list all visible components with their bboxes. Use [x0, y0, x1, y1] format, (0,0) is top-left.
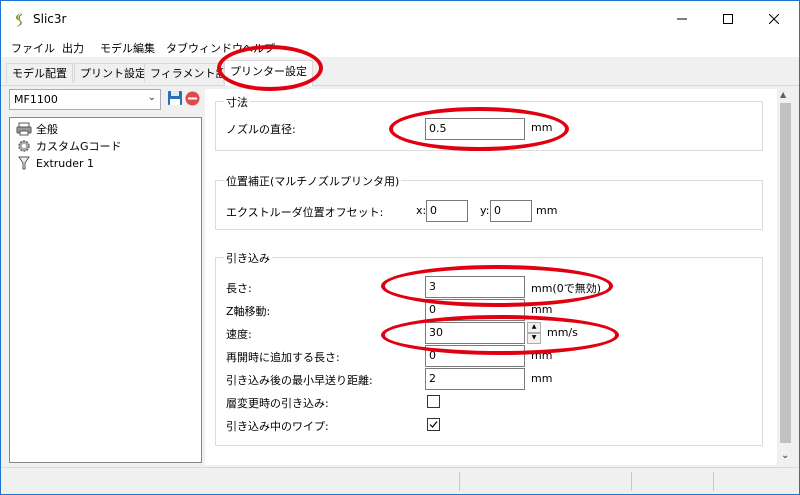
- slic3r-logo-icon: [15, 13, 23, 27]
- nozzle-diameter-label: ノズルの直径:: [226, 123, 296, 136]
- tab-plater[interactable]: モデル配置: [6, 63, 73, 83]
- offset-x-label: x:: [416, 204, 427, 217]
- checkmark-icon: [429, 421, 438, 428]
- zlift-label: Z軸移動:: [226, 305, 271, 318]
- tab-printer-settings[interactable]: プリンター設定: [224, 60, 313, 86]
- status-divider: [713, 472, 714, 491]
- min-travel-input[interactable]: 2: [425, 368, 525, 390]
- group-title: 寸法: [224, 94, 250, 110]
- min-travel-label: 引き込み後の最小早送り距離:: [226, 374, 373, 387]
- offset-y-label: y:: [480, 204, 490, 217]
- retract-speed-input[interactable]: 30: [425, 322, 525, 344]
- delete-preset-icon[interactable]: [185, 91, 200, 106]
- extruder-offset-label: エクストルーダ位置オフセット:: [226, 206, 384, 219]
- chevron-down-icon: ⌄: [147, 92, 156, 103]
- menu-bar: ファイル 出力 モデル編集 タブウィンドウ ヘルプ: [1, 37, 799, 57]
- tree-item-label: 全般: [36, 123, 58, 136]
- group-retraction: 引き込み 長さ: 3 mm(0で無効) Z軸移動: 0 mm 速度: 30 ▲ …: [215, 250, 763, 446]
- tab-bar: モデル配置 プリント設定 フィラメント設定 プリンター設定: [1, 57, 799, 86]
- tree-item-extruder-1[interactable]: Extruder 1: [16, 155, 94, 171]
- minimize-button[interactable]: [659, 1, 705, 37]
- settings-panel: 寸法 ノズルの直径: 0.5 mm 位置補正(マルチノズルプリンタ用) エクスト…: [205, 89, 777, 465]
- app-window: Slic3r ファイル 出力 モデル編集 タブウィンドウ ヘルプ モデル配置 プ…: [0, 0, 800, 495]
- retract-speed-unit: mm/s: [547, 326, 578, 339]
- status-divider: [459, 472, 460, 491]
- group-dimensions: 寸法 ノズルの直径: 0.5 mm: [215, 94, 763, 151]
- nozzle-diameter-unit: mm: [531, 121, 553, 134]
- gear-icon: [16, 138, 32, 154]
- vertical-scrollbar[interactable]: ▲ ⌄: [777, 89, 794, 465]
- title-bar: Slic3r: [1, 1, 799, 37]
- preset-panel: MF1100 ⌄ 全般 カスタムGコード Extruder 1: [9, 89, 202, 463]
- group-title: 位置補正(マルチノズルプリンタ用): [224, 173, 402, 189]
- offset-y-input[interactable]: 0: [490, 200, 532, 222]
- retract-length-unit: mm(0で無効): [531, 282, 602, 295]
- printer-preset-select[interactable]: MF1100 ⌄: [9, 89, 161, 110]
- printer-icon: [16, 121, 32, 137]
- retract-layer-change-checkbox[interactable]: [427, 395, 440, 408]
- minimize-icon: [677, 18, 687, 20]
- save-icon[interactable]: [167, 90, 183, 106]
- tree-item-general[interactable]: 全般: [16, 121, 58, 137]
- retract-speed-label: 速度:: [226, 328, 252, 341]
- tree-item-label: Extruder 1: [36, 156, 95, 170]
- tab-filament-settings[interactable]: フィラメント設定: [144, 63, 224, 83]
- tree-item-custom-gcode[interactable]: カスタムGコード: [16, 138, 122, 154]
- zlift-input[interactable]: 0: [425, 299, 525, 321]
- menu-file[interactable]: ファイル: [11, 40, 55, 56]
- menu-window[interactable]: タブウィンドウ: [166, 40, 243, 56]
- settings-tree: 全般 カスタムGコード Extruder 1: [9, 117, 202, 463]
- spin-down-icon[interactable]: ▼: [527, 333, 541, 344]
- wipe-label: 引き込み中のワイプ:: [226, 420, 329, 433]
- scrollbar-thumb[interactable]: [780, 103, 791, 443]
- scroll-up-icon[interactable]: ▲: [780, 90, 786, 99]
- restart-extra-input[interactable]: 0: [425, 345, 525, 367]
- tree-item-label: カスタムGコード: [36, 140, 122, 153]
- retract-layer-change-label: 層変更時の引き込み:: [226, 397, 329, 410]
- tab-print-settings[interactable]: プリント設定: [74, 63, 152, 83]
- nozzle-diameter-input[interactable]: 0.5: [425, 118, 525, 140]
- close-icon: [769, 14, 779, 24]
- menu-object[interactable]: モデル編集: [100, 40, 155, 56]
- restart-extra-unit: mm: [531, 349, 553, 362]
- funnel-icon: [16, 155, 32, 171]
- zlift-unit: mm: [531, 303, 553, 316]
- maximize-button[interactable]: [705, 1, 751, 37]
- group-extruder-offset: 位置補正(マルチノズルプリンタ用) エクストルーダ位置オフセット: x: 0 y…: [215, 173, 763, 230]
- maximize-icon: [723, 14, 733, 24]
- offset-unit: mm: [536, 204, 558, 217]
- retract-speed-spinner[interactable]: ▲ ▼: [527, 322, 541, 344]
- group-title: 引き込み: [224, 250, 272, 266]
- menu-help[interactable]: ヘルプ: [242, 40, 275, 56]
- retract-length-label: 長さ:: [226, 282, 252, 295]
- window-title: Slic3r: [33, 12, 67, 26]
- min-travel-unit: mm: [531, 372, 553, 385]
- retract-length-input[interactable]: 3: [425, 276, 525, 298]
- status-bar: [1, 467, 799, 494]
- offset-x-input[interactable]: 0: [426, 200, 468, 222]
- wipe-checkbox[interactable]: [427, 418, 440, 431]
- close-button[interactable]: [751, 1, 797, 37]
- status-divider: [631, 472, 632, 491]
- scroll-down-icon[interactable]: ⌄: [781, 450, 789, 461]
- spin-up-icon[interactable]: ▲: [527, 322, 541, 333]
- preset-value: MF1100: [14, 93, 58, 106]
- restart-extra-label: 再開時に追加する長さ:: [226, 351, 340, 364]
- menu-export[interactable]: 出力: [62, 40, 84, 56]
